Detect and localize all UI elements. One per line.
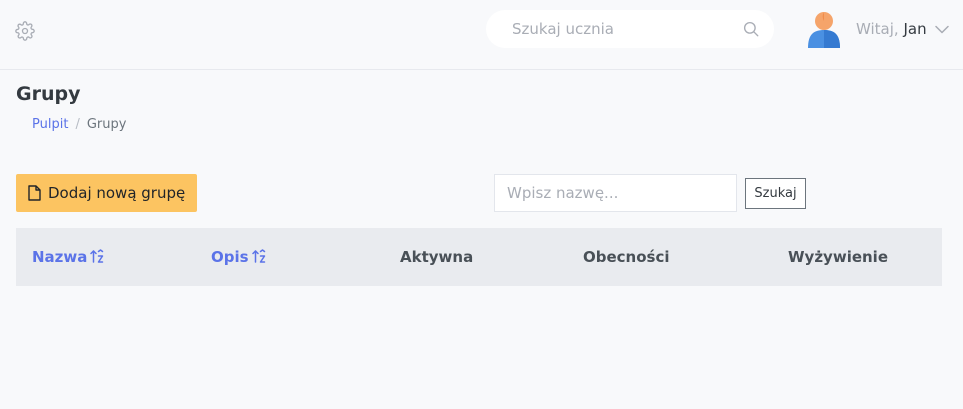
breadcrumb-separator: / [75,117,80,132]
greeting-text: Witaj, [856,20,899,38]
student-search [486,10,774,48]
table-header: Nazwa Opis Aktywna Obecności Wyżywienie [16,228,942,286]
file-icon [28,185,41,201]
breadcrumb: Pulpit / Grupy [32,117,126,132]
column-label: Nazwa [32,248,88,266]
avatar[interactable] [806,10,842,50]
column-header-opis[interactable]: Opis [211,228,266,286]
user-name: Jan [903,20,927,38]
breadcrumb-link-pulpit[interactable]: Pulpit [32,117,68,132]
breadcrumb-current: Grupy [86,117,127,132]
search-icon[interactable] [742,20,760,38]
gear-icon[interactable] [15,21,35,41]
column-header-obecnosci: Obecności [583,248,670,266]
add-group-button[interactable]: Dodaj nową grupę [16,174,197,212]
column-label: Opis [211,248,249,266]
add-group-label: Dodaj nową grupę [48,184,186,202]
student-search-input[interactable] [512,10,732,48]
top-bar: Witaj, Jan [0,0,963,70]
chevron-down-icon[interactable] [935,25,949,34]
sort-icon [90,248,104,263]
sort-icon [251,248,265,263]
page-title: Grupy [16,83,81,105]
column-header-wyzywienie: Wyżywienie [788,248,888,266]
group-name-filter-input[interactable] [494,174,737,212]
column-header-aktywna: Aktywna [400,248,474,266]
column-header-nazwa[interactable]: Nazwa [32,228,104,286]
user-menu[interactable]: Witaj, Jan [856,20,927,38]
search-button[interactable]: Szukaj [745,178,806,209]
